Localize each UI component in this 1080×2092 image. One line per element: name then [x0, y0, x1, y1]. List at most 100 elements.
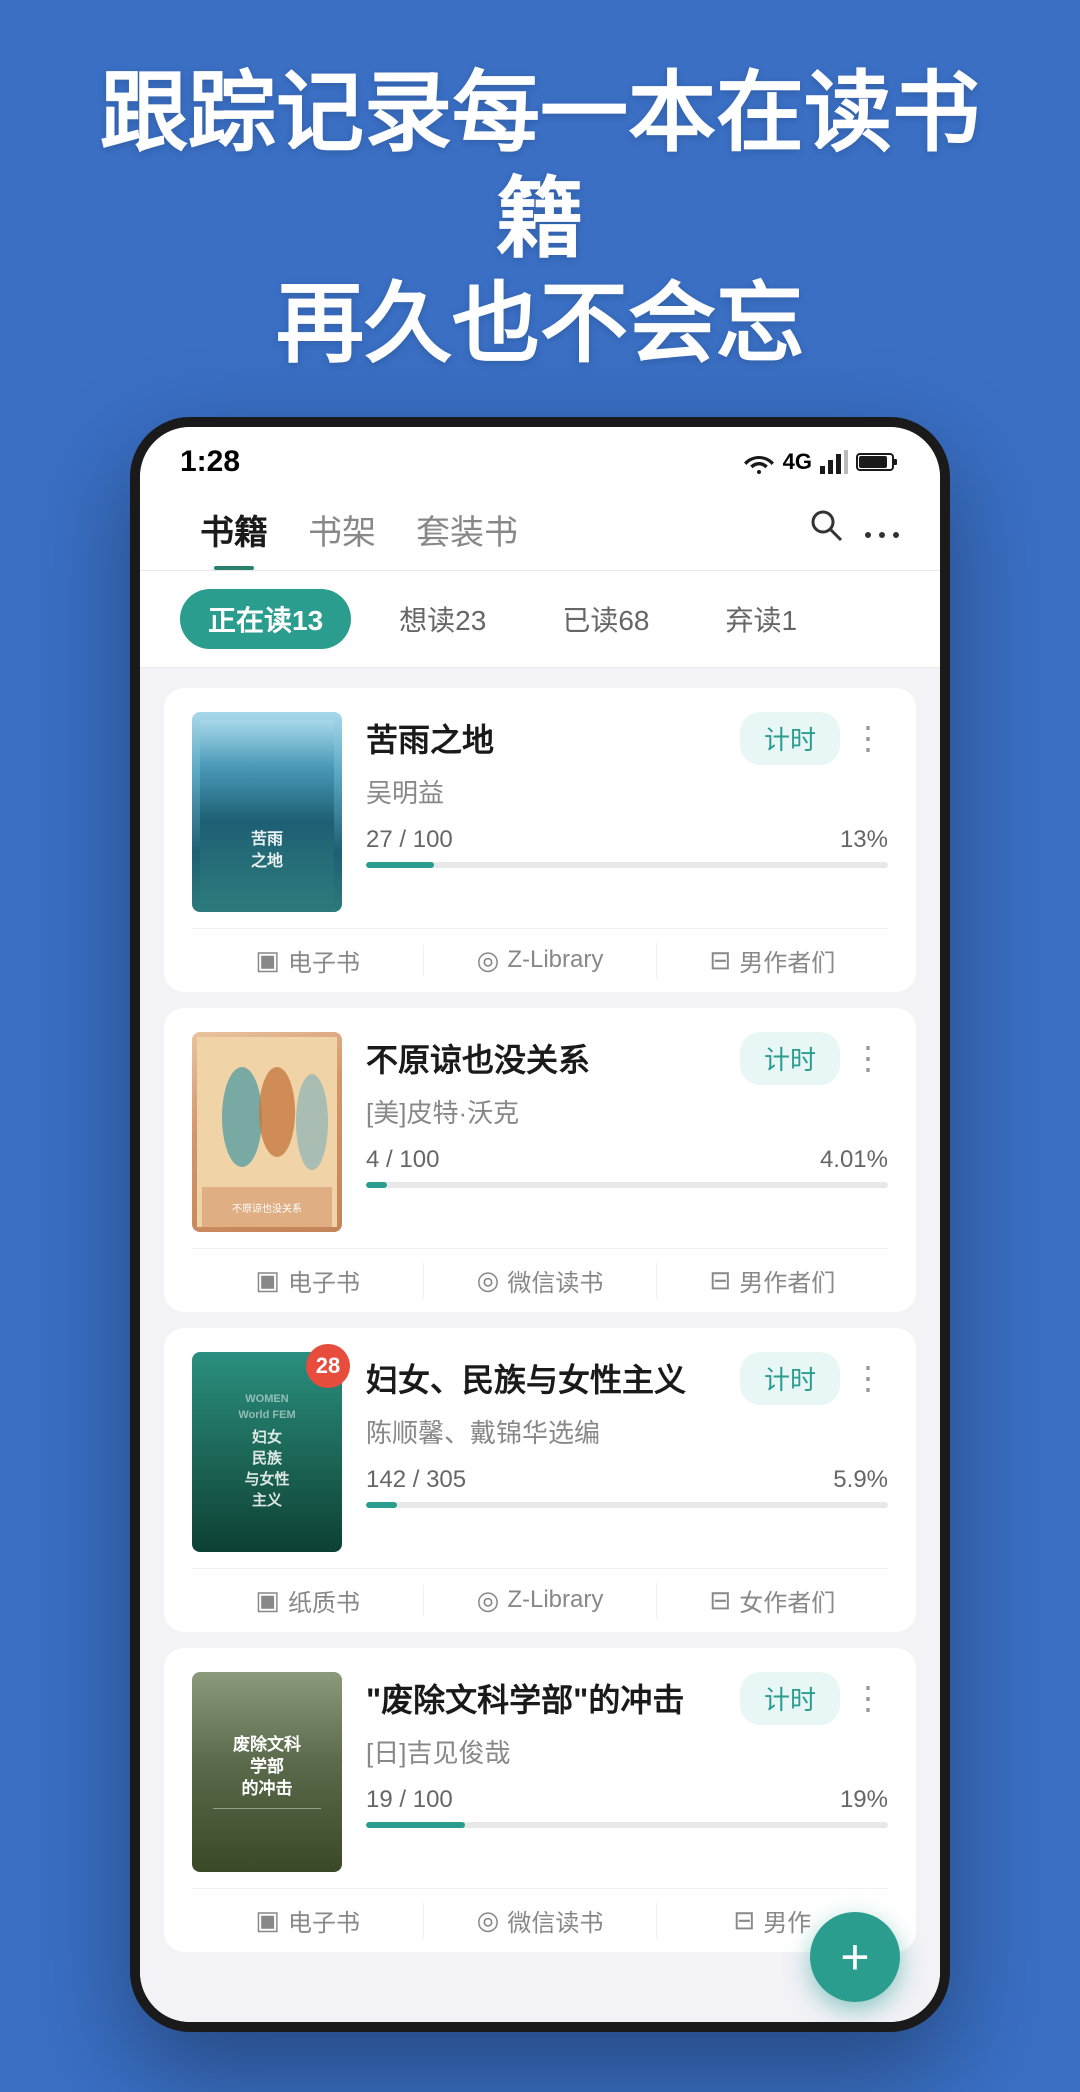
book-meta-3: ▣ 纸质书 ◎ Z-Library ⊟ 女作者们: [192, 1568, 888, 1632]
progress-fill-2: [366, 1182, 387, 1188]
book-list: 苦雨之地 苦雨之地 计时 ⋮ 吴明益: [140, 668, 940, 1972]
book-badge-3: 28: [306, 1344, 350, 1388]
table-row: 废除文科学部的冲击 "废除文科学部"的冲击 计时 ⋮ [日]吉见俊哉: [164, 1648, 916, 1952]
status-time: 1:28: [180, 445, 240, 479]
phone-frame: 1:28 4G: [130, 417, 950, 2032]
book-pages-1: 27 / 100: [366, 826, 453, 854]
source-icon-2: ◎: [477, 1265, 500, 1296]
filter-read[interactable]: 已读68: [534, 589, 677, 649]
timer-button-3[interactable]: 计时: [740, 1352, 840, 1405]
table-row: 不原谅也没关系 不原谅也没关系 计时 ⋮ [美]皮特·沃克: [164, 1008, 916, 1312]
source-icon-1: ◎: [477, 945, 500, 976]
filter-want[interactable]: 想读23: [371, 589, 514, 649]
book-source-4: ◎ 微信读书: [423, 1903, 655, 1938]
table-row: 苦雨之地 苦雨之地 计时 ⋮ 吴明益: [164, 688, 916, 992]
signal-4g-1: 4G: [783, 449, 812, 475]
table-row: WOMENWorld FEM 妇女民族与女性主义 28 妇女、民族与女性主义 计…: [164, 1328, 916, 1632]
timer-button-4[interactable]: 计时: [740, 1672, 840, 1725]
cover-art-2: 不原谅也没关系: [197, 1037, 337, 1227]
more-menu-3[interactable]: ⋮: [848, 1359, 888, 1397]
book-title-2: 不原谅也没关系: [366, 1035, 732, 1081]
nav-action-icons: [808, 507, 900, 560]
book-cover-2: 不原谅也没关系: [192, 1032, 342, 1232]
book-shelf-1: ⊟ 男作者们: [656, 943, 888, 978]
shelf-icon-4: ⊟: [733, 1905, 755, 1936]
book-shelf-2: ⊟ 男作者们: [656, 1263, 888, 1298]
book-cover-4: 废除文科学部的冲击: [192, 1672, 342, 1872]
add-book-fab[interactable]: +: [810, 1912, 900, 2002]
format-icon-1: ▣: [255, 945, 280, 976]
progress-fill-3: [366, 1502, 397, 1508]
status-bar: 1:28 4G: [140, 427, 940, 487]
svg-text:不原谅也没关系: 不原谅也没关系: [232, 1202, 302, 1215]
format-icon-3: ▣: [255, 1585, 280, 1616]
hero-section: 跟踪记录每一本在读书籍 再久也不会忘: [0, 0, 1080, 417]
progress-fill-4: [366, 1822, 465, 1828]
tab-sets[interactable]: 套装书: [396, 497, 538, 570]
book-format-3: ▣ 纸质书: [192, 1583, 423, 1618]
wifi-icon: [743, 450, 775, 474]
book-pages-3: 142 / 305: [366, 1466, 466, 1494]
signal-bars-icon: [820, 450, 848, 474]
timer-button-2[interactable]: 计时: [740, 1032, 840, 1085]
timer-button-1[interactable]: 计时: [740, 712, 840, 765]
progress-bar-3: [366, 1502, 888, 1508]
progress-bar-4: [366, 1822, 888, 1828]
filter-abandoned[interactable]: 弃读1: [697, 589, 825, 649]
book-title-4: "废除文科学部"的冲击: [366, 1675, 732, 1721]
book-author-1: 吴明益: [366, 773, 888, 810]
filter-tabs: 正在读13 想读23 已读68 弃读1: [140, 571, 940, 668]
shelf-icon-2: ⊟: [709, 1265, 731, 1296]
book-cover-wrap-1: 苦雨之地: [192, 712, 342, 912]
book-shelf-3: ⊟ 女作者们: [656, 1583, 888, 1618]
book-info-4: "废除文科学部"的冲击 计时 ⋮ [日]吉见俊哉 19 / 100 19%: [366, 1672, 888, 1844]
book-pages-2: 4 / 100: [366, 1146, 439, 1174]
more-menu-4[interactable]: ⋮: [848, 1679, 888, 1717]
book-info-3: 妇女、民族与女性主义 计时 ⋮ 陈顺馨、戴锦华选编 142 / 305 5.9%: [366, 1352, 888, 1524]
book-source-2: ◎ 微信读书: [423, 1263, 655, 1298]
book-meta-1: ▣ 电子书 ◎ Z-Library ⊟ 男作者们: [192, 928, 888, 992]
more-button[interactable]: [864, 508, 900, 550]
progress-bar-1: [366, 862, 888, 868]
filter-reading[interactable]: 正在读13: [180, 589, 351, 649]
status-icons: 4G: [743, 449, 900, 475]
book-format-2: ▣ 电子书: [192, 1263, 423, 1298]
book-pct-4: 19%: [840, 1786, 888, 1814]
tab-bookshelf[interactable]: 书架: [288, 497, 396, 570]
hero-line1: 跟踪记录每一本在读书籍: [100, 63, 980, 268]
book-cover-wrap-3: WOMENWorld FEM 妇女民族与女性主义 28: [192, 1352, 342, 1552]
book-author-4: [日]吉见俊哉: [366, 1733, 888, 1770]
book-title-1: 苦雨之地: [366, 715, 732, 761]
progress-fill-1: [366, 862, 434, 868]
book-format-4: ▣ 电子书: [192, 1903, 423, 1938]
book-info-1: 苦雨之地 计时 ⋮ 吴明益 27 / 100 13%: [366, 712, 888, 884]
book-info-2: 不原谅也没关系 计时 ⋮ [美]皮特·沃克 4 / 100 4.01%: [366, 1032, 888, 1204]
shelf-icon-3: ⊟: [709, 1585, 731, 1616]
more-menu-1[interactable]: ⋮: [848, 719, 888, 757]
battery-icon: [856, 450, 900, 474]
book-title-3: 妇女、民族与女性主义: [366, 1355, 732, 1401]
more-menu-2[interactable]: ⋮: [848, 1039, 888, 1077]
book-pages-4: 19 / 100: [366, 1786, 453, 1814]
fab-area: +: [140, 1972, 940, 2022]
tab-books[interactable]: 书籍: [180, 497, 288, 570]
book-cover-wrap-2: 不原谅也没关系: [192, 1032, 342, 1232]
shelf-icon-1: ⊟: [709, 945, 731, 976]
format-icon-4: ▣: [255, 1905, 280, 1936]
source-icon-3: ◎: [477, 1585, 500, 1616]
book-cover-1: 苦雨之地: [192, 712, 342, 912]
nav-tabs: 书籍 书架 套装书: [140, 487, 940, 571]
hero-line2: 再久也不会忘: [276, 274, 804, 373]
book-pct-1: 13%: [840, 826, 888, 854]
source-icon-4: ◎: [477, 1905, 500, 1936]
book-meta-2: ▣ 电子书 ◎ 微信读书 ⊟ 男作者们: [192, 1248, 888, 1312]
search-button[interactable]: [808, 507, 844, 552]
phone-wrapper: 1:28 4G: [0, 417, 1080, 2092]
book-pct-2: 4.01%: [820, 1146, 888, 1174]
book-pct-3: 5.9%: [833, 1466, 888, 1494]
book-format-1: ▣ 电子书: [192, 943, 423, 978]
book-source-1: ◎ Z-Library: [423, 945, 655, 976]
format-icon-2: ▣: [255, 1265, 280, 1296]
book-author-3: 陈顺馨、戴锦华选编: [366, 1413, 888, 1450]
book-source-3: ◎ Z-Library: [423, 1585, 655, 1616]
